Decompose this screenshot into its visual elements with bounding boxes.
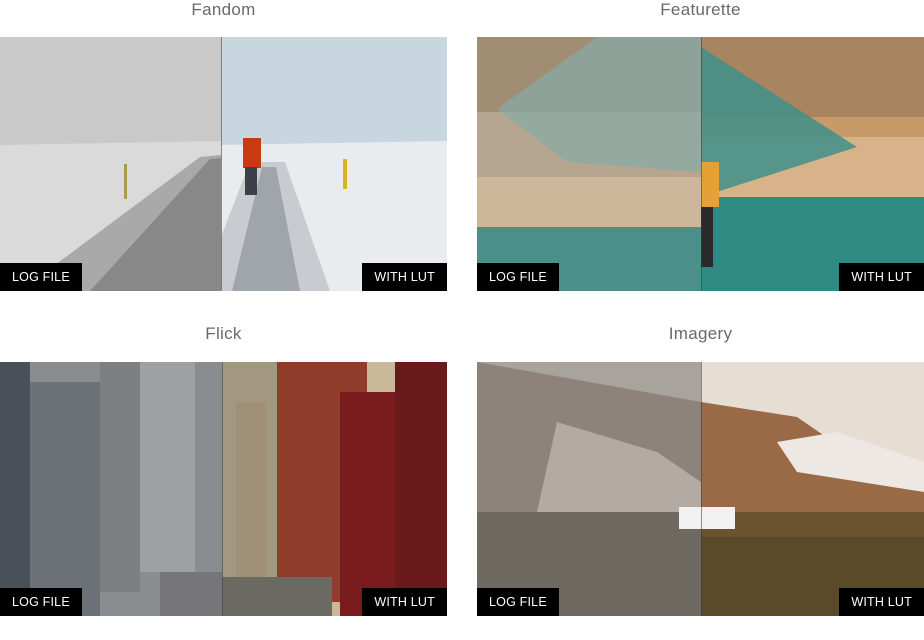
with-lut-tag: WITH LUT [839, 263, 924, 291]
card-featurette: Featurette LOG FILE WITH LUT [477, 0, 924, 291]
card-title: Flick [205, 324, 242, 343]
with-lut-tag: WITH LUT [362, 588, 447, 616]
log-file-tag: LOG FILE [477, 263, 559, 291]
card-flick: Flick LOG FILE WITH LUT [0, 324, 447, 616]
city-street-image [0, 362, 447, 616]
with-lut-tag: WITH LUT [839, 588, 924, 616]
log-file-tag: LOG FILE [0, 588, 82, 616]
card-fandom: Fandom LOG FILE WITH LUT [0, 0, 447, 291]
comparison-frame[interactable]: LOG FILE WITH LUT [477, 37, 924, 291]
card-imagery: Imagery LOG FILE WITH LUT [477, 324, 924, 616]
card-title: Imagery [668, 324, 733, 343]
card-title: Featurette [660, 0, 741, 19]
with-lut-tag: WITH LUT [362, 263, 447, 291]
card-title: Fandom [191, 0, 256, 19]
log-file-tag: LOG FILE [0, 263, 82, 291]
comparison-frame[interactable]: LOG FILE WITH LUT [0, 37, 447, 291]
log-file-tag: LOG FILE [477, 588, 559, 616]
comparison-frame[interactable]: LOG FILE WITH LUT [0, 362, 447, 616]
split-divider[interactable] [701, 37, 702, 291]
split-divider[interactable] [222, 362, 223, 616]
split-divider[interactable] [221, 37, 222, 291]
comparison-frame[interactable]: LOG FILE WITH LUT [477, 362, 924, 616]
split-divider[interactable] [701, 362, 702, 616]
snow-road-image [0, 37, 447, 291]
